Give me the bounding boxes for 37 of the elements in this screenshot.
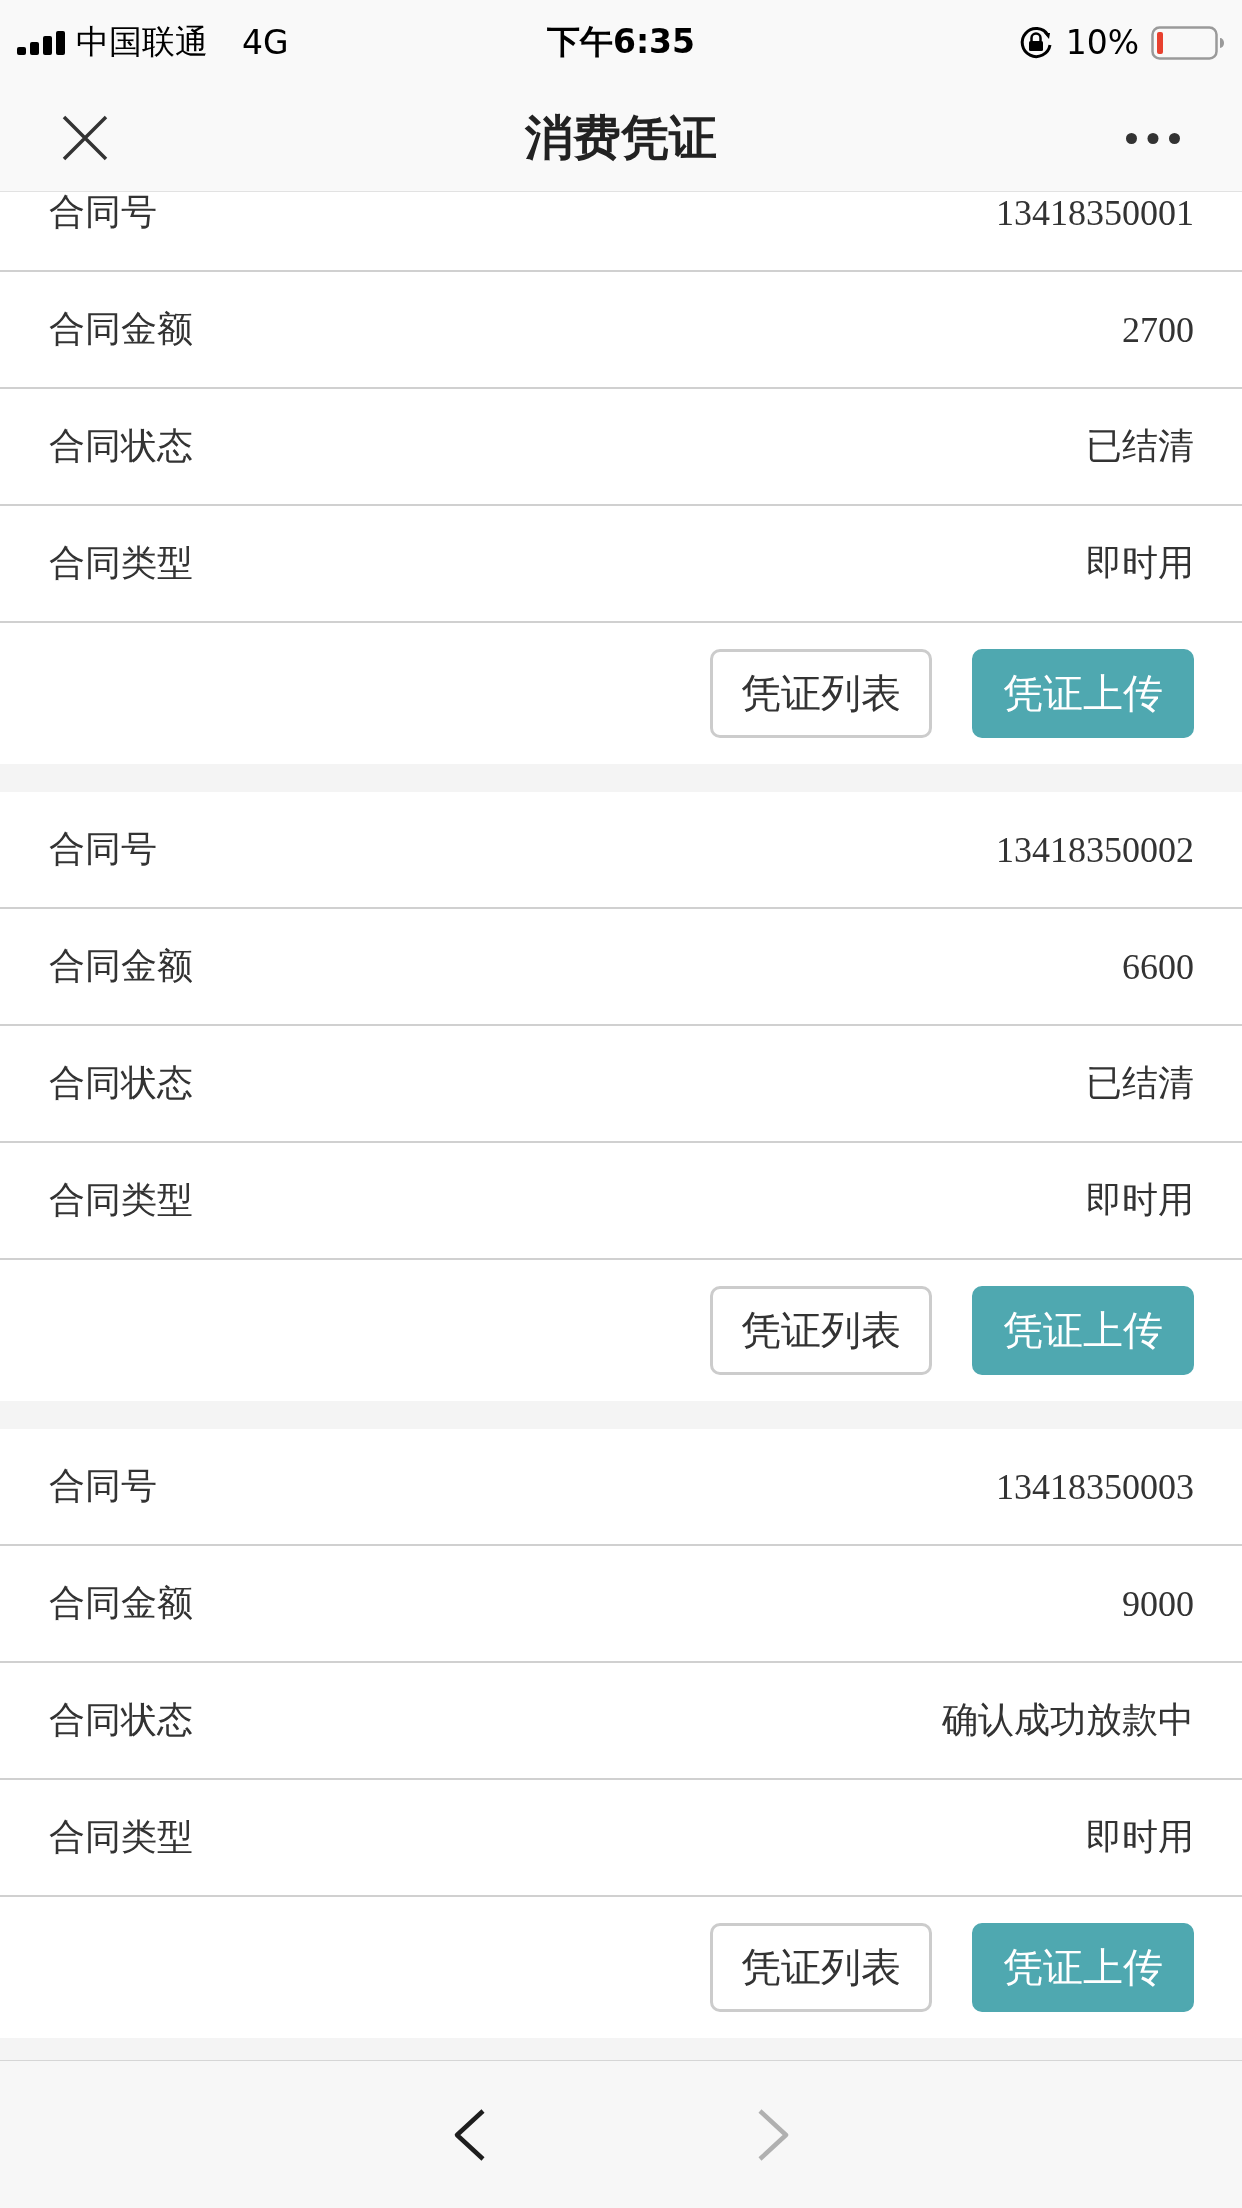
field-value: 9000 (1122, 1582, 1194, 1625)
battery-icon (1151, 25, 1225, 60)
field-value: 确认成功放款中 (942, 1699, 1194, 1742)
field-value: 13418350001 (996, 192, 1194, 234)
field-label: 合同类型 (49, 1815, 193, 1859)
field-value: 即时用 (1086, 1179, 1194, 1222)
field-label: 合同号 (49, 1464, 157, 1508)
field-label: 合同号 (49, 192, 157, 234)
field-value: 已结清 (1086, 1062, 1194, 1105)
network-type: 4G (242, 23, 289, 62)
status-time: 下午6:35 (546, 21, 696, 63)
field-label: 合同类型 (49, 1178, 193, 1222)
field-value: 2700 (1122, 308, 1194, 351)
field-label: 合同状态 (49, 1061, 193, 1105)
field-value: 6600 (1122, 945, 1194, 988)
field-label: 合同金额 (49, 1581, 193, 1625)
page-title: 消费凭证 (525, 108, 717, 167)
field-label: 合同号 (49, 827, 157, 871)
signal-icon (17, 30, 66, 55)
battery-percent: 10% (1065, 23, 1139, 62)
list-button[interactable]: 凭证列表 (710, 1286, 932, 1375)
list-button[interactable]: 凭证列表 (710, 1923, 932, 2012)
field-label: 合同状态 (49, 1698, 193, 1742)
field-label: 合同金额 (49, 944, 193, 988)
field-value: 13418350002 (996, 828, 1194, 871)
chevron-left-icon (452, 2108, 487, 2161)
field-label: 合同金额 (49, 307, 193, 351)
field-value: 13418350003 (996, 1465, 1194, 1508)
field-label: 合同状态 (49, 424, 193, 468)
field-label: 合同类型 (49, 541, 193, 585)
field-value: 即时用 (1086, 1816, 1194, 1859)
carrier-name: 中国联通 (76, 21, 208, 63)
field-value: 已结清 (1086, 425, 1194, 468)
close-icon (62, 115, 108, 161)
list-button[interactable]: 凭证列表 (710, 649, 932, 738)
field-value: 即时用 (1086, 542, 1194, 585)
more-icon (1126, 132, 1180, 144)
